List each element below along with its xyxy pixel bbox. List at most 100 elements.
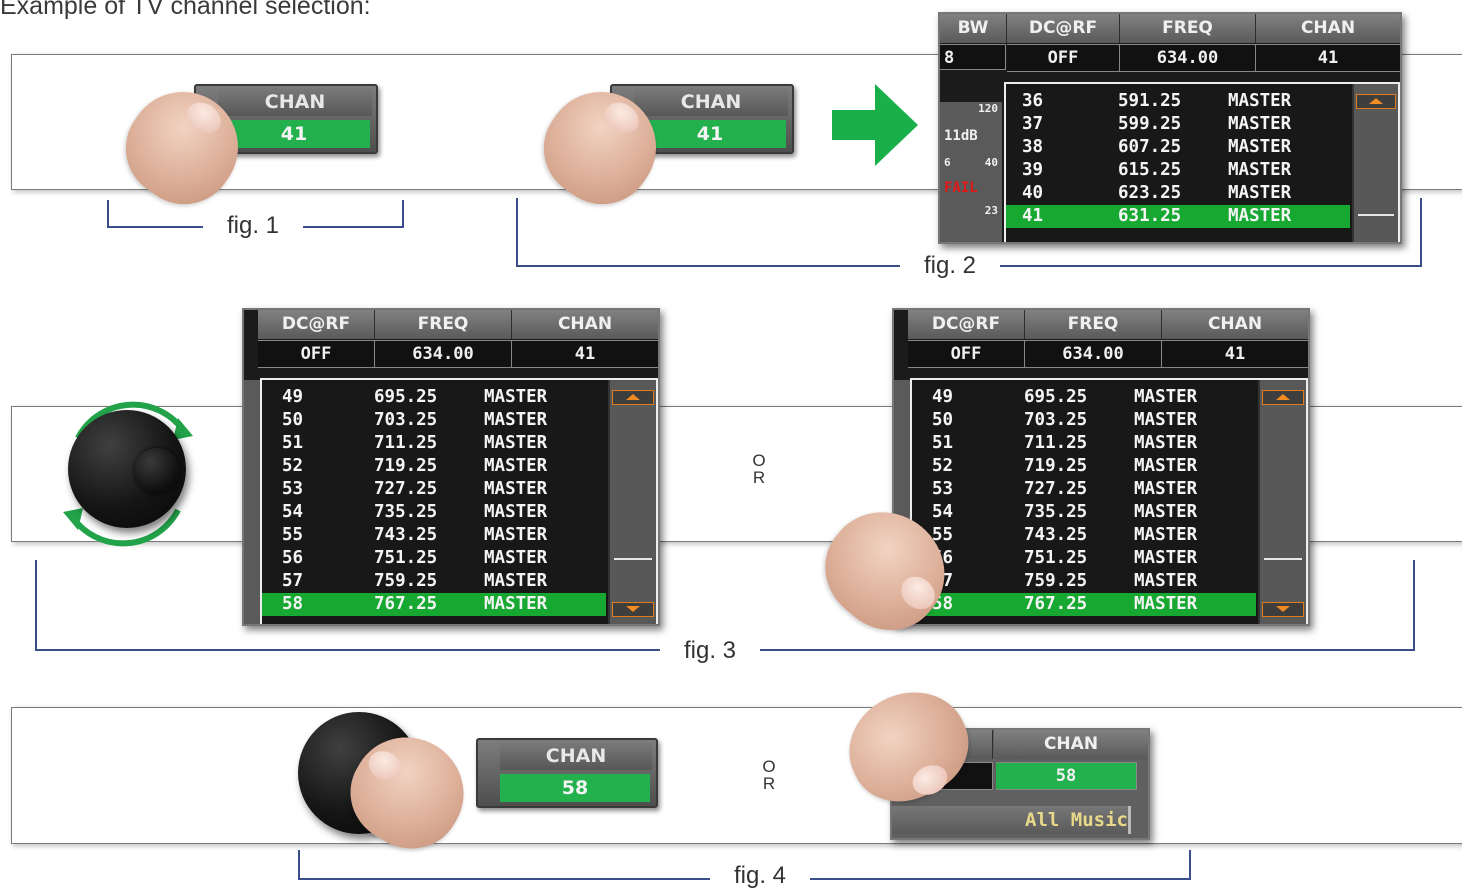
channel-row[interactable]: 49 695.25 MASTER <box>262 386 606 409</box>
channel-number: 38 <box>1022 137 1044 157</box>
channel-row[interactable]: 36 591.25 MASTER <box>1006 90 1350 113</box>
channel-type: MASTER <box>484 433 548 453</box>
channel-row[interactable]: 49 695.25 MASTER <box>912 386 1256 409</box>
scrollbar[interactable] <box>1352 84 1398 242</box>
side-label: FAIL <box>944 180 978 196</box>
freq-header: FREQ <box>375 310 512 339</box>
channel-frequency: 711.25 <box>374 433 438 453</box>
chan-value-cell: 41 <box>1256 44 1400 72</box>
chan-header: CHAN <box>994 730 1148 759</box>
chan-label: CHAN <box>218 88 372 116</box>
channel-row[interactable]: 40 623.25 MASTER <box>1006 182 1350 205</box>
channel-type: MASTER <box>484 410 548 430</box>
channel-number: 54 <box>932 502 954 522</box>
channel-frequency: 607.25 <box>1118 137 1182 157</box>
side-label: 120 <box>978 102 998 115</box>
channel-list[interactable]: 49 695.25 MASTER 50 703.25 MASTER 51 711.25 MAST… <box>910 378 1308 624</box>
channel-frequency: 767.25 <box>374 594 438 614</box>
dcrf-value: OFF <box>908 340 1025 368</box>
channel-row[interactable]: 58 767.25 MASTER <box>262 593 606 616</box>
channel-frequency: 743.25 <box>1024 525 1088 545</box>
channel-type: MASTER <box>484 548 548 568</box>
channel-row[interactable]: 54 735.25 MASTER <box>912 501 1256 524</box>
channel-row[interactable]: 54 735.25 MASTER <box>262 501 606 524</box>
channel-row[interactable]: 39 615.25 MASTER <box>1006 159 1350 182</box>
chan-value[interactable]: 41 <box>634 120 786 148</box>
chan-value-cell[interactable]: 58 <box>996 762 1137 790</box>
channel-row[interactable]: 57759.25MASTER <box>262 570 606 593</box>
bw-header: BW <box>940 14 1007 43</box>
channel-frequency: 703.25 <box>374 410 438 430</box>
channel-type: MASTER <box>1134 479 1198 499</box>
scroll-down-icon[interactable] <box>1262 602 1304 617</box>
channel-number: 49 <box>282 387 304 407</box>
channel-row[interactable]: 56751.25MASTER <box>912 547 1256 570</box>
channel-row[interactable]: 38 607.25 MASTER <box>1006 136 1350 159</box>
channel-type: MASTER <box>1228 160 1292 180</box>
scroll-thumb[interactable] <box>614 558 652 560</box>
or-text: O R <box>752 452 766 486</box>
channel-number: 41 <box>1022 206 1044 226</box>
chan-widget[interactable]: CHAN 58 <box>476 738 658 808</box>
chan-header: CHAN <box>1256 14 1400 43</box>
scroll-up-icon[interactable] <box>612 390 654 405</box>
channel-type: MASTER <box>1228 114 1292 134</box>
channel-frequency: 591.25 <box>1118 91 1182 111</box>
fig1-caption: fig. 1 <box>203 212 304 240</box>
chan-value-cell: 41 <box>512 340 658 368</box>
channel-row[interactable]: 55 743.25 MASTER <box>912 524 1256 547</box>
channel-frequency: 759.25 <box>374 571 438 591</box>
scroll-thumb[interactable] <box>1358 214 1394 216</box>
channel-type: MASTER <box>1228 206 1292 226</box>
channel-row[interactable]: 53 727.25 MASTER <box>912 478 1256 501</box>
side-label: 23 <box>984 204 998 217</box>
dcrf-value: OFF <box>258 340 375 368</box>
freq-value: 634.00 <box>1120 44 1256 72</box>
channel-frequency: 711.25 <box>1024 433 1088 453</box>
chan-value-cell: 41 <box>1162 340 1308 368</box>
channel-frequency: 743.25 <box>374 525 438 545</box>
channel-type: MASTER <box>1228 183 1292 203</box>
scrollbar[interactable] <box>1258 380 1306 624</box>
dcrf-header: DC@RF <box>258 310 375 339</box>
chan-label: CHAN <box>634 88 788 116</box>
chan-header: CHAN <box>1162 310 1308 339</box>
channel-row[interactable]: 37 599.25 MASTER <box>1006 113 1350 136</box>
scrollbar[interactable] <box>608 380 656 624</box>
channel-frequency: 751.25 <box>374 548 438 568</box>
channel-row[interactable]: 55 743.25 MASTER <box>262 524 606 547</box>
channel-number: 51 <box>282 433 304 453</box>
knob-cap <box>134 448 180 494</box>
channel-row[interactable]: 58 767.25 MASTER <box>912 593 1256 616</box>
side-readings: 120 11dB 6 40 FAIL 23 <box>940 102 1002 242</box>
chan-value[interactable]: 41 <box>218 120 370 148</box>
channel-screen: DC@RF FREQ CHAN OFF 634.00 41 49 695.25 MA… <box>892 308 1310 626</box>
channel-row[interactable]: 51 711.25 MASTER <box>262 432 606 455</box>
channel-frequency: 623.25 <box>1118 183 1182 203</box>
channel-row[interactable]: 50 703.25 MASTER <box>912 409 1256 432</box>
scroll-up-icon[interactable] <box>1356 94 1396 109</box>
channel-row[interactable]: 52 719.25 MASTER <box>912 455 1256 478</box>
scroll-thumb[interactable] <box>1264 558 1302 560</box>
channel-list[interactable]: 36 591.25 MASTER 37 599.25 MASTER 38 607.25 MAST… <box>1004 82 1400 242</box>
channel-type: MASTER <box>1134 387 1198 407</box>
channel-type: MASTER <box>1134 433 1198 453</box>
channel-number: 53 <box>932 479 954 499</box>
channel-row[interactable]: 50 703.25 MASTER <box>262 409 606 432</box>
channel-row[interactable]: 53 727.25 MASTER <box>262 478 606 501</box>
channel-frequency: 719.25 <box>374 456 438 476</box>
channel-list[interactable]: 49 695.25 MASTER 50 703.25 MASTER 51 711.25 MAST… <box>260 378 658 624</box>
channel-row[interactable]: 41 631.25 MASTER <box>1006 205 1350 228</box>
scroll-down-icon[interactable] <box>612 602 654 617</box>
channel-number: 49 <box>932 387 954 407</box>
scroll-up-icon[interactable] <box>1262 390 1304 405</box>
channel-row[interactable]: 51 711.25 MASTER <box>912 432 1256 455</box>
channel-number: 52 <box>282 456 304 476</box>
chan-value[interactable]: 58 <box>500 774 650 802</box>
channel-frequency: 735.25 <box>1024 502 1088 522</box>
channel-row[interactable]: 57759.25MASTER <box>912 570 1256 593</box>
channel-row[interactable]: 52 719.25 MASTER <box>262 455 606 478</box>
channel-type: MASTER <box>484 387 548 407</box>
channel-row[interactable]: 56751.25MASTER <box>262 547 606 570</box>
or-letter: O <box>762 757 776 776</box>
